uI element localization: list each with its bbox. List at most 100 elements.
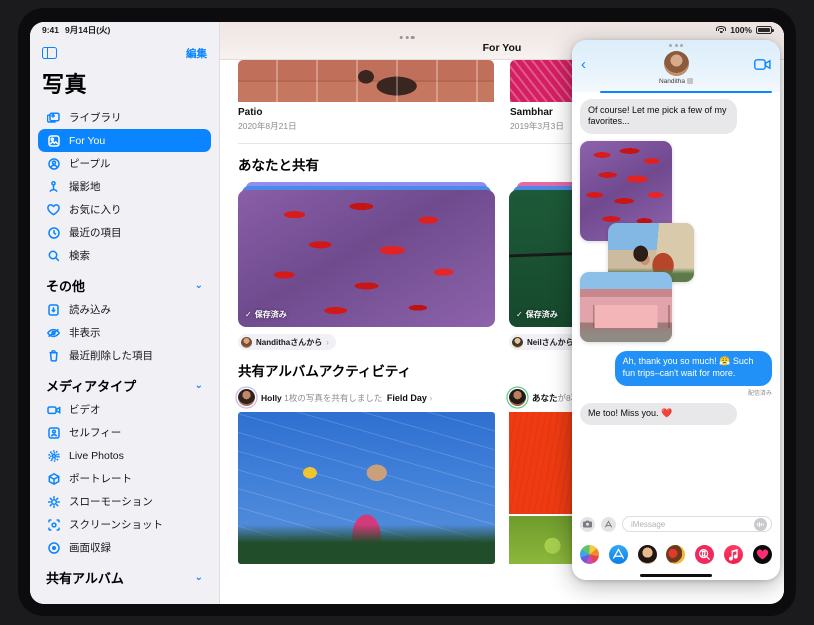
shared-from-label: Neilさんから [527,337,574,348]
memory-date: 2020年8月21日 [238,120,494,132]
shared-from-chip[interactable]: Nandithaさんから › [238,334,336,350]
sidebar-item-favorites[interactable]: お気に入り [38,198,211,221]
sidebar-item-recently-deleted[interactable]: 最近削除した項目 [38,344,211,367]
memoji-icon[interactable] [638,545,657,564]
stickers-icon[interactable] [666,545,685,564]
saved-label: 保存済み [526,309,558,320]
sidebar-item-live-photos[interactable]: Live Photos [38,444,211,467]
sidebar-item-videos[interactable]: ビデオ [38,398,211,421]
trash-icon [46,350,61,362]
portrait-cube-icon [46,473,61,485]
chevron-right-icon: › [429,393,432,403]
messages-header: ‹ Nanditha [572,40,780,92]
saved-label: 保存済み [255,309,287,320]
sidebar-item-label: 画面収録 [69,540,111,555]
camera-icon[interactable] [580,517,595,532]
sidebar-item-label: ビデオ [69,402,101,417]
sidebar-item-places[interactable]: 撮影地 [38,175,211,198]
checkmark-icon: ✓ [516,310,523,319]
sidebar-media-list: ビデオ セルフィー Live Photos [30,398,219,559]
activity-card[interactable]: Holly 1枚の写真を共有しました Field Day › [238,388,495,564]
sidebar-item-slo-mo[interactable]: スローモーション [38,490,211,513]
screenshot-icon [46,519,61,531]
sidebar-item-label: ポートレート [69,471,132,486]
sidebar-item-hidden[interactable]: 非表示 [38,321,211,344]
sidebar-item-label: スローモーション [69,494,153,509]
contact-badge-icon [687,78,693,84]
stack-layer-front: ✓ 保存済み [238,190,495,327]
activity-thumbnail[interactable] [238,412,495,564]
messages-slide-over-window[interactable]: ‹ Nanditha Of course! Let me pick a few … [572,40,780,580]
messages-thread[interactable]: Of course! Let me pick a few of my favor… [572,92,780,511]
sidebar-item-label: For You [69,135,105,147]
audio-wave-icon[interactable] [754,518,767,531]
messages-contact[interactable]: Nanditha [572,51,780,85]
page-title: 写真 [30,62,219,106]
message-bubble-outgoing[interactable]: Ah, thank you so much! 😤 Such fun trips–… [615,351,772,386]
sidebar-item-selfies[interactable]: セルフィー [38,421,211,444]
app-store-icon[interactable] [601,517,616,532]
sidebar-item-portrait[interactable]: ポートレート [38,467,211,490]
app-store-app-icon[interactable] [609,545,628,564]
digital-touch-icon[interactable] [753,545,772,564]
people-icon [46,158,61,170]
grabber-dots-icon[interactable] [669,44,683,47]
sidebar-item-label: 最近削除した項目 [69,348,153,363]
sidebar-item-for-you[interactable]: For You [38,129,211,152]
activity-header: Holly 1枚の写真を共有しました Field Day › [238,388,495,406]
activity-album[interactable]: Field Day › [387,393,433,403]
chevron-down-icon[interactable]: ⌄ [195,380,203,391]
sidebar-item-label: ピープル [69,156,110,171]
shared-stack-item[interactable]: ✓ 保存済み Nandithaさんから › [238,182,495,350]
sidebar-item-recents[interactable]: 最近の項目 [38,221,211,244]
message-bubble-incoming[interactable]: Me too! Miss you. ❤️ [580,403,737,426]
avatar [238,389,255,406]
sidebar-item-label: 非表示 [69,325,101,340]
sidebar-item-screen-recordings[interactable]: 画面収録 [38,536,211,559]
sidebar-group-media-header[interactable]: メディアタイプ ⌄ [30,367,219,398]
imessage-input[interactable]: iMessage [622,516,772,532]
memory-card[interactable]: Patio 2020年8月21日 [238,60,494,132]
messages-app-dock[interactable] [572,537,780,571]
sidebar-group-title: 共有アルバム [46,568,124,587]
contact-avatar [664,51,689,76]
sidebar-toggle-icon[interactable] [42,47,57,59]
message-input-bar: iMessage [572,511,780,537]
avatar [512,337,523,348]
avatar [241,337,252,348]
sidebar-item-label: お気に入り [69,202,122,217]
sidebar-item-import[interactable]: 読み込み [38,298,211,321]
multitask-dots-icon[interactable] [400,36,415,39]
photo-stack[interactable]: ✓ 保存済み [238,182,495,327]
chevron-down-icon[interactable]: ⌄ [195,572,203,583]
live-photos-icon [46,450,61,462]
sidebar-group-other-header[interactable]: その他 ⌄ [30,267,219,298]
sidebar-group-shared-albums-header[interactable]: 共有アルバム ⌄ [30,559,219,590]
message-outgoing-group: Ah, thank you so much! 😤 Such fun trips–… [580,351,772,397]
photos-app-icon[interactable] [580,545,599,564]
sidebar-other-list: 読み込み 非表示 最近削除した項目 [30,298,219,367]
search-icon [46,250,61,262]
edit-button[interactable]: 編集 [186,46,207,61]
selfie-icon [46,427,61,439]
sidebar-item-screenshots[interactable]: スクリーンショット [38,513,211,536]
avatar [509,389,526,406]
import-icon [46,304,61,316]
chevron-down-icon[interactable]: ⌄ [195,280,203,291]
message-photo-pink-train[interactable] [580,272,672,342]
message-bubble-incoming[interactable]: Of course! Let me pick a few of my favor… [580,99,737,134]
sidebar-item-label: 読み込み [69,302,111,317]
activity-text: Holly 1枚の写真を共有しました [261,393,382,403]
sidebar-item-people[interactable]: ピープル [38,152,211,175]
sidebar-item-label: 検索 [69,248,90,263]
sidebar-item-search[interactable]: 検索 [38,244,211,267]
music-app-icon[interactable] [724,545,743,564]
images-search-icon[interactable] [695,545,714,564]
for-you-icon [46,135,61,147]
sidebar-item-label: スクリーンショット [69,517,163,532]
ipad-screen: 編集 写真 ライブラリ For You [30,22,784,604]
sidebar-item-label: 最近の項目 [69,225,122,240]
imessage-placeholder: iMessage [631,520,665,529]
slo-mo-icon [46,496,61,508]
sidebar-item-library[interactable]: ライブラリ [38,106,211,129]
